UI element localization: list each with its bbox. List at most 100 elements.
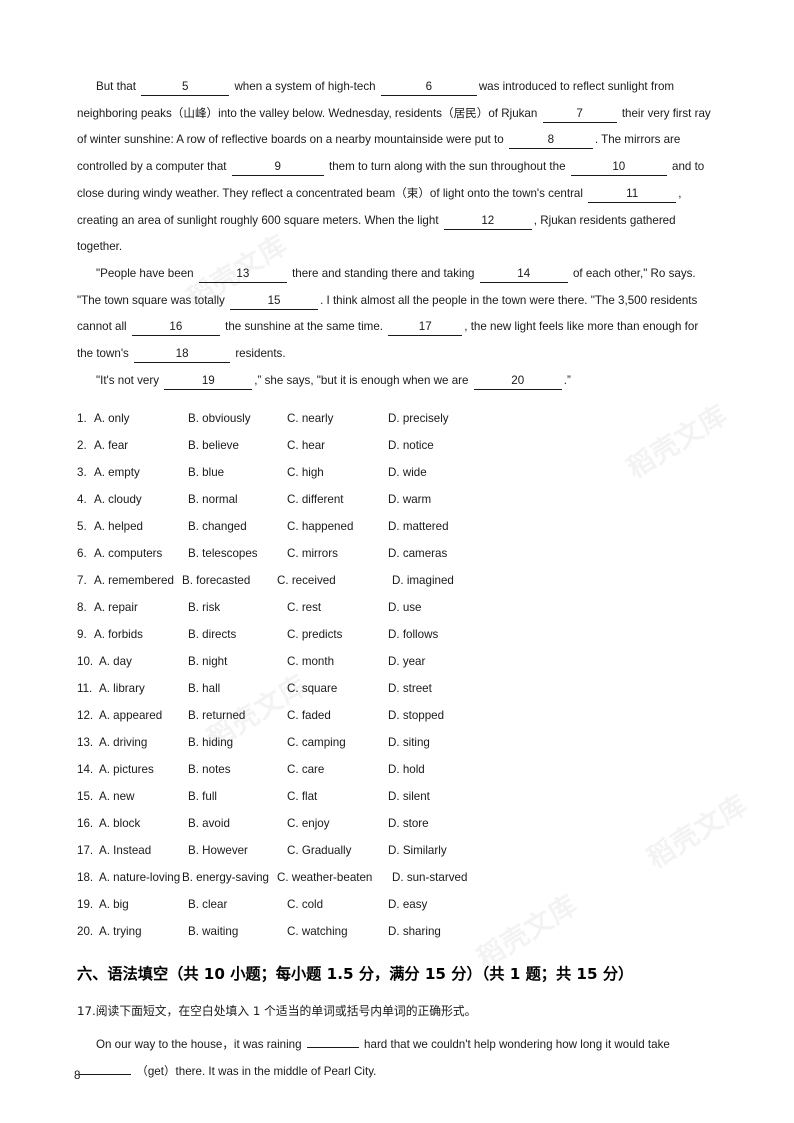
option-choice-d[interactable]: D. stopped (388, 702, 444, 729)
option-number: 20. (77, 925, 94, 939)
option-choice-c[interactable]: C. camping (287, 729, 346, 756)
option-choice-c[interactable]: C. rest (287, 594, 321, 621)
option-choice-b[interactable]: B. hiding (188, 729, 233, 756)
option-choice-a[interactable]: A. remembered (94, 567, 174, 594)
option-choice-d[interactable]: D. wide (388, 459, 427, 486)
cloze-blank-19[interactable]: 19 (164, 374, 253, 390)
option-choice-c[interactable]: C. square (287, 675, 337, 702)
option-choice-d[interactable]: D. street (388, 675, 432, 702)
option-choice-a[interactable]: A. computers (94, 540, 162, 567)
option-choice-d[interactable]: D. notice (388, 432, 434, 459)
cloze-blank-5[interactable]: 5 (141, 80, 230, 96)
cloze-blank-9[interactable]: 9 (231, 160, 324, 177)
option-choice-b[interactable]: B. returned (188, 702, 245, 729)
option-choice-d[interactable]: D. precisely (388, 405, 449, 432)
grammar-blank-1[interactable] (306, 1033, 359, 1049)
option-choice-a[interactable]: A. new (99, 783, 134, 810)
cloze-blank-6[interactable]: 6 (380, 80, 477, 96)
option-choice-a[interactable]: A. Instead (99, 837, 151, 864)
option-choice-c[interactable]: C. Gradually (287, 837, 351, 864)
option-choice-d[interactable]: D. warm (388, 486, 431, 513)
option-choice-b[interactable]: B. night (188, 648, 227, 675)
option-choice-c[interactable]: C. month (287, 648, 334, 675)
cloze-blank-18[interactable]: 18 (134, 347, 231, 364)
option-choice-b[interactable]: B. However (188, 837, 248, 864)
option-choice-a[interactable]: A. library (99, 675, 145, 702)
option-choice-a[interactable]: A. day (99, 648, 132, 675)
option-choice-d[interactable]: D. siting (388, 729, 430, 756)
option-choice-a[interactable]: A. appeared (99, 702, 162, 729)
option-choice-b[interactable]: B. forecasted (182, 567, 250, 594)
cloze-blank-8[interactable]: 8 (508, 133, 593, 150)
option-choice-b[interactable]: B. blue (188, 459, 224, 486)
option-choice-a[interactable]: A. helped (94, 513, 143, 540)
option-choice-b[interactable]: B. risk (188, 594, 220, 621)
option-choice-c[interactable]: C. enjoy (287, 810, 330, 837)
option-choice-c[interactable]: C. different (287, 486, 344, 513)
cloze-blank-13[interactable]: 13 (198, 267, 287, 283)
cloze-blank-12[interactable]: 12 (443, 214, 532, 230)
grammar-blank-2[interactable] (79, 1060, 131, 1075)
cloze-blank-11[interactable]: 11 (588, 187, 677, 203)
option-choice-d[interactable]: D. use (388, 594, 422, 621)
option-choice-a[interactable]: A. cloudy (94, 486, 142, 513)
option-choice-b[interactable]: B. notes (188, 756, 231, 783)
option-choice-c[interactable]: C. cold (287, 891, 323, 918)
cloze-blank-15[interactable]: 15 (230, 294, 319, 310)
option-choice-d[interactable]: D. sharing (388, 918, 441, 945)
option-choice-a[interactable]: A. block (99, 810, 140, 837)
option-choice-a[interactable]: A. empty (94, 459, 140, 486)
option-choice-a[interactable]: A. driving (99, 729, 147, 756)
option-row: 4. A. cloudy B. normal C. different D. warm (77, 486, 717, 513)
option-choice-b[interactable]: B. full (188, 783, 217, 810)
option-choice-a[interactable]: A. trying (99, 918, 142, 945)
option-choice-a[interactable]: A. big (99, 891, 129, 918)
option-choice-c[interactable]: C. hear (287, 432, 325, 459)
option-choice-a[interactable]: A. pictures (99, 756, 154, 783)
option-choice-c[interactable]: C. weather-beaten (277, 864, 372, 891)
cloze-blank-17[interactable]: 17 (388, 320, 463, 337)
option-choice-a[interactable]: A. only (94, 405, 129, 432)
option-choice-b[interactable]: B. telescopes (188, 540, 258, 567)
cloze-blank-10[interactable]: 10 (570, 160, 667, 177)
option-choice-b[interactable]: B. clear (188, 891, 227, 918)
cloze-blank-20[interactable]: 20 (473, 374, 562, 390)
option-choice-d[interactable]: D. sun-starved (392, 864, 467, 891)
cloze-blank-14[interactable]: 14 (479, 267, 568, 283)
option-choice-b[interactable]: B. normal (188, 486, 238, 513)
option-choice-c[interactable]: C. watching (287, 918, 348, 945)
option-choice-d[interactable]: D. silent (388, 783, 430, 810)
option-choice-c[interactable]: C. predicts (287, 621, 342, 648)
option-choice-b[interactable]: B. obviously (188, 405, 251, 432)
option-choice-c[interactable]: C. received (277, 567, 336, 594)
option-choice-d[interactable]: D. imagined (392, 567, 454, 594)
option-choice-b[interactable]: B. believe (188, 432, 239, 459)
option-choice-a[interactable]: A. forbids (94, 621, 143, 648)
option-choice-b[interactable]: B. directs (188, 621, 236, 648)
option-choice-a[interactable]: A. fear (94, 432, 128, 459)
option-choice-d[interactable]: D. mattered (388, 513, 449, 540)
option-choice-d[interactable]: D. easy (388, 891, 427, 918)
option-choice-d[interactable]: D. follows (388, 621, 438, 648)
option-choice-c[interactable]: C. high (287, 459, 324, 486)
option-choice-b[interactable]: B. avoid (188, 810, 230, 837)
option-choice-d[interactable]: D. year (388, 648, 425, 675)
option-choice-a[interactable]: A. repair (94, 594, 138, 621)
option-choice-c[interactable]: C. happened (287, 513, 353, 540)
option-choice-b[interactable]: B. waiting (188, 918, 238, 945)
option-choice-c[interactable]: C. faded (287, 702, 331, 729)
cloze-blank-16[interactable]: 16 (131, 320, 220, 337)
option-choice-d[interactable]: D. Similarly (388, 837, 447, 864)
option-choice-b[interactable]: B. energy-saving (182, 864, 269, 891)
option-choice-d[interactable]: D. cameras (388, 540, 447, 567)
option-choice-a[interactable]: A. nature-loving (99, 864, 180, 891)
option-choice-c[interactable]: C. flat (287, 783, 317, 810)
option-choice-c[interactable]: C. nearly (287, 405, 333, 432)
option-choice-c[interactable]: C. care (287, 756, 324, 783)
cloze-blank-7[interactable]: 7 (542, 107, 617, 123)
option-choice-d[interactable]: D. hold (388, 756, 425, 783)
option-choice-d[interactable]: D. store (388, 810, 429, 837)
option-choice-c[interactable]: C. mirrors (287, 540, 338, 567)
option-choice-b[interactable]: B. changed (188, 513, 247, 540)
option-choice-b[interactable]: B. hall (188, 675, 220, 702)
